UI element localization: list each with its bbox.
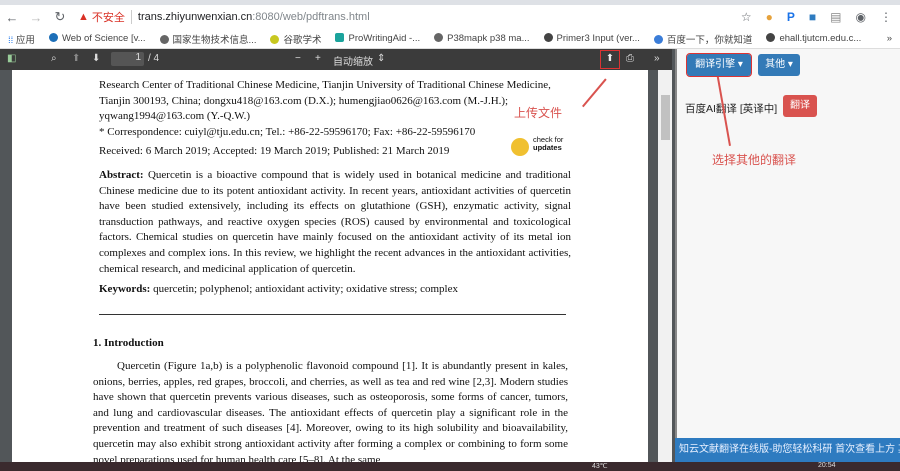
- bookmark[interactable]: Web of Science [v...: [48, 33, 146, 44]
- pdf-page: Research Center of Traditional Chinese M…: [12, 70, 648, 462]
- scrollbar-thumb[interactable]: [661, 95, 670, 140]
- apps-icon: ⁞⁞: [8, 34, 16, 46]
- engine-status: 百度AI翻译 [英译中]: [685, 103, 778, 115]
- zoom-in-button[interactable]: +: [315, 53, 321, 64]
- bookmark[interactable]: 谷歌学术: [270, 32, 321, 46]
- engine-dropdown-button[interactable]: 翻译引擎 ▾: [686, 53, 752, 77]
- previous-page-icon[interactable]: ⬆: [72, 53, 80, 64]
- warning-icon: ▲: [78, 11, 89, 23]
- bookmark-apps[interactable]: ⁞⁞ 应用: [8, 32, 35, 46]
- divider: [99, 314, 566, 315]
- annotation-arrow: [582, 78, 607, 107]
- section-heading: 1. Introduction: [93, 337, 164, 349]
- page-number-input[interactable]: 1: [111, 52, 144, 66]
- promo-banner[interactable]: 知云文献翻译在线版-助您轻松科研 首次查看上方 其他: [675, 438, 900, 462]
- taskbar: 43℃ 20:54: [0, 462, 900, 471]
- menu-icon[interactable]: ⋮: [880, 10, 892, 24]
- bookmark-icon: [48, 33, 58, 42]
- extension-icon[interactable]: ■: [809, 10, 816, 24]
- clock: 20:54: [818, 462, 836, 469]
- upload-annotation: 上传文件: [514, 106, 563, 120]
- extension-icon[interactable]: ●: [766, 10, 773, 24]
- check-updates[interactable]: check for updates: [533, 136, 563, 152]
- bookmark[interactable]: 国家生物技术信息...: [159, 32, 256, 46]
- translation-panel: 翻译引擎 ▾ 其他 ▾ 百度AI翻译 [英译中] 翻译 选择其他的翻译: [675, 49, 900, 462]
- translate-button[interactable]: 翻译: [783, 95, 817, 117]
- affiliation: Research Center of Traditional Chinese M…: [99, 79, 551, 123]
- extension-icon[interactable]: ▤: [830, 10, 841, 24]
- bookmark-icon: [270, 34, 280, 44]
- insecure-label: 不安全: [91, 12, 125, 24]
- bookmark-icon: [159, 34, 169, 44]
- temperature: 43℃: [592, 463, 608, 470]
- star-icon[interactable]: ☆: [741, 10, 752, 24]
- page-count: / 4: [148, 53, 160, 64]
- tools-expand-icon[interactable]: »: [654, 53, 660, 64]
- bookmark-icon: [653, 34, 663, 44]
- bookmark-icon: [335, 33, 345, 42]
- pdf-toolbar: ◧ ⌕ ⬆ ⬇ 1 / 4 − + 自动缩放 ⇕ ⬆ ⎙ »: [0, 49, 672, 70]
- bookmark[interactable]: Primer3 Input (ver...: [543, 33, 640, 44]
- zoom-out-button[interactable]: −: [295, 53, 301, 64]
- keywords: Keywords: quercetin; polyphenol; antioxi…: [99, 283, 458, 295]
- bookmark-icon: [766, 33, 776, 42]
- bookmark[interactable]: ProWritingAid -...: [335, 33, 420, 44]
- forward-icon[interactable]: →: [24, 10, 48, 25]
- other-dropdown-button[interactable]: 其他 ▾: [758, 54, 800, 76]
- more-bookmarks-icon[interactable]: »: [887, 33, 892, 44]
- back-icon[interactable]: ←: [0, 10, 24, 25]
- bookmarks-bar: ⁞⁞ 应用 Web of Science [v... 国家生物技术信息... 谷…: [0, 29, 900, 49]
- intro-paragraph: Quercetin (Figure 1a,b) is a polyphenoli…: [93, 360, 568, 462]
- search-icon[interactable]: ⌕: [51, 53, 57, 64]
- correspondence: * Correspondence: cuiyl@tju.edu.cn; Tel.…: [99, 126, 476, 138]
- upload-file-button[interactable]: ⬆: [600, 50, 620, 69]
- abstract: Abstract: Quercetin is a bioactive compo…: [99, 169, 571, 275]
- bookmark-icon: [434, 33, 444, 42]
- bookmark[interactable]: 百度一下，你就知道: [653, 32, 752, 46]
- next-page-icon[interactable]: ⬇: [92, 53, 100, 64]
- divider: [130, 10, 132, 24]
- extension-p-icon[interactable]: P: [787, 10, 795, 24]
- print-icon[interactable]: ⎙: [626, 53, 634, 64]
- profile-icon[interactable]: ◉: [856, 10, 866, 24]
- select-annotation: 选择其他的翻译: [712, 153, 797, 167]
- reload-icon[interactable]: ↻: [48, 9, 72, 25]
- bookmark[interactable]: P38mapk p38 ma...: [434, 33, 530, 44]
- zoom-select[interactable]: 自动缩放: [333, 53, 373, 68]
- bookmark-icon: [543, 33, 553, 42]
- chevron-down-icon: ⇕: [377, 53, 386, 64]
- dates: Received: 6 March 2019; Accepted: 19 Mar…: [99, 145, 450, 157]
- check-updates-icon[interactable]: [511, 138, 529, 156]
- sidebar-toggle-icon[interactable]: ◧: [7, 53, 16, 64]
- bookmark[interactable]: ehall.tjutcm.edu.c...: [766, 33, 861, 44]
- address-bar[interactable]: ← → ↻ ▲ 不安全 trans.zhiyunwenxian.cn:8080/…: [0, 5, 900, 29]
- url-path[interactable]: :8080/web/pdftrans.html: [252, 11, 369, 23]
- url-host[interactable]: trans.zhiyunwenxian.cn: [138, 11, 252, 23]
